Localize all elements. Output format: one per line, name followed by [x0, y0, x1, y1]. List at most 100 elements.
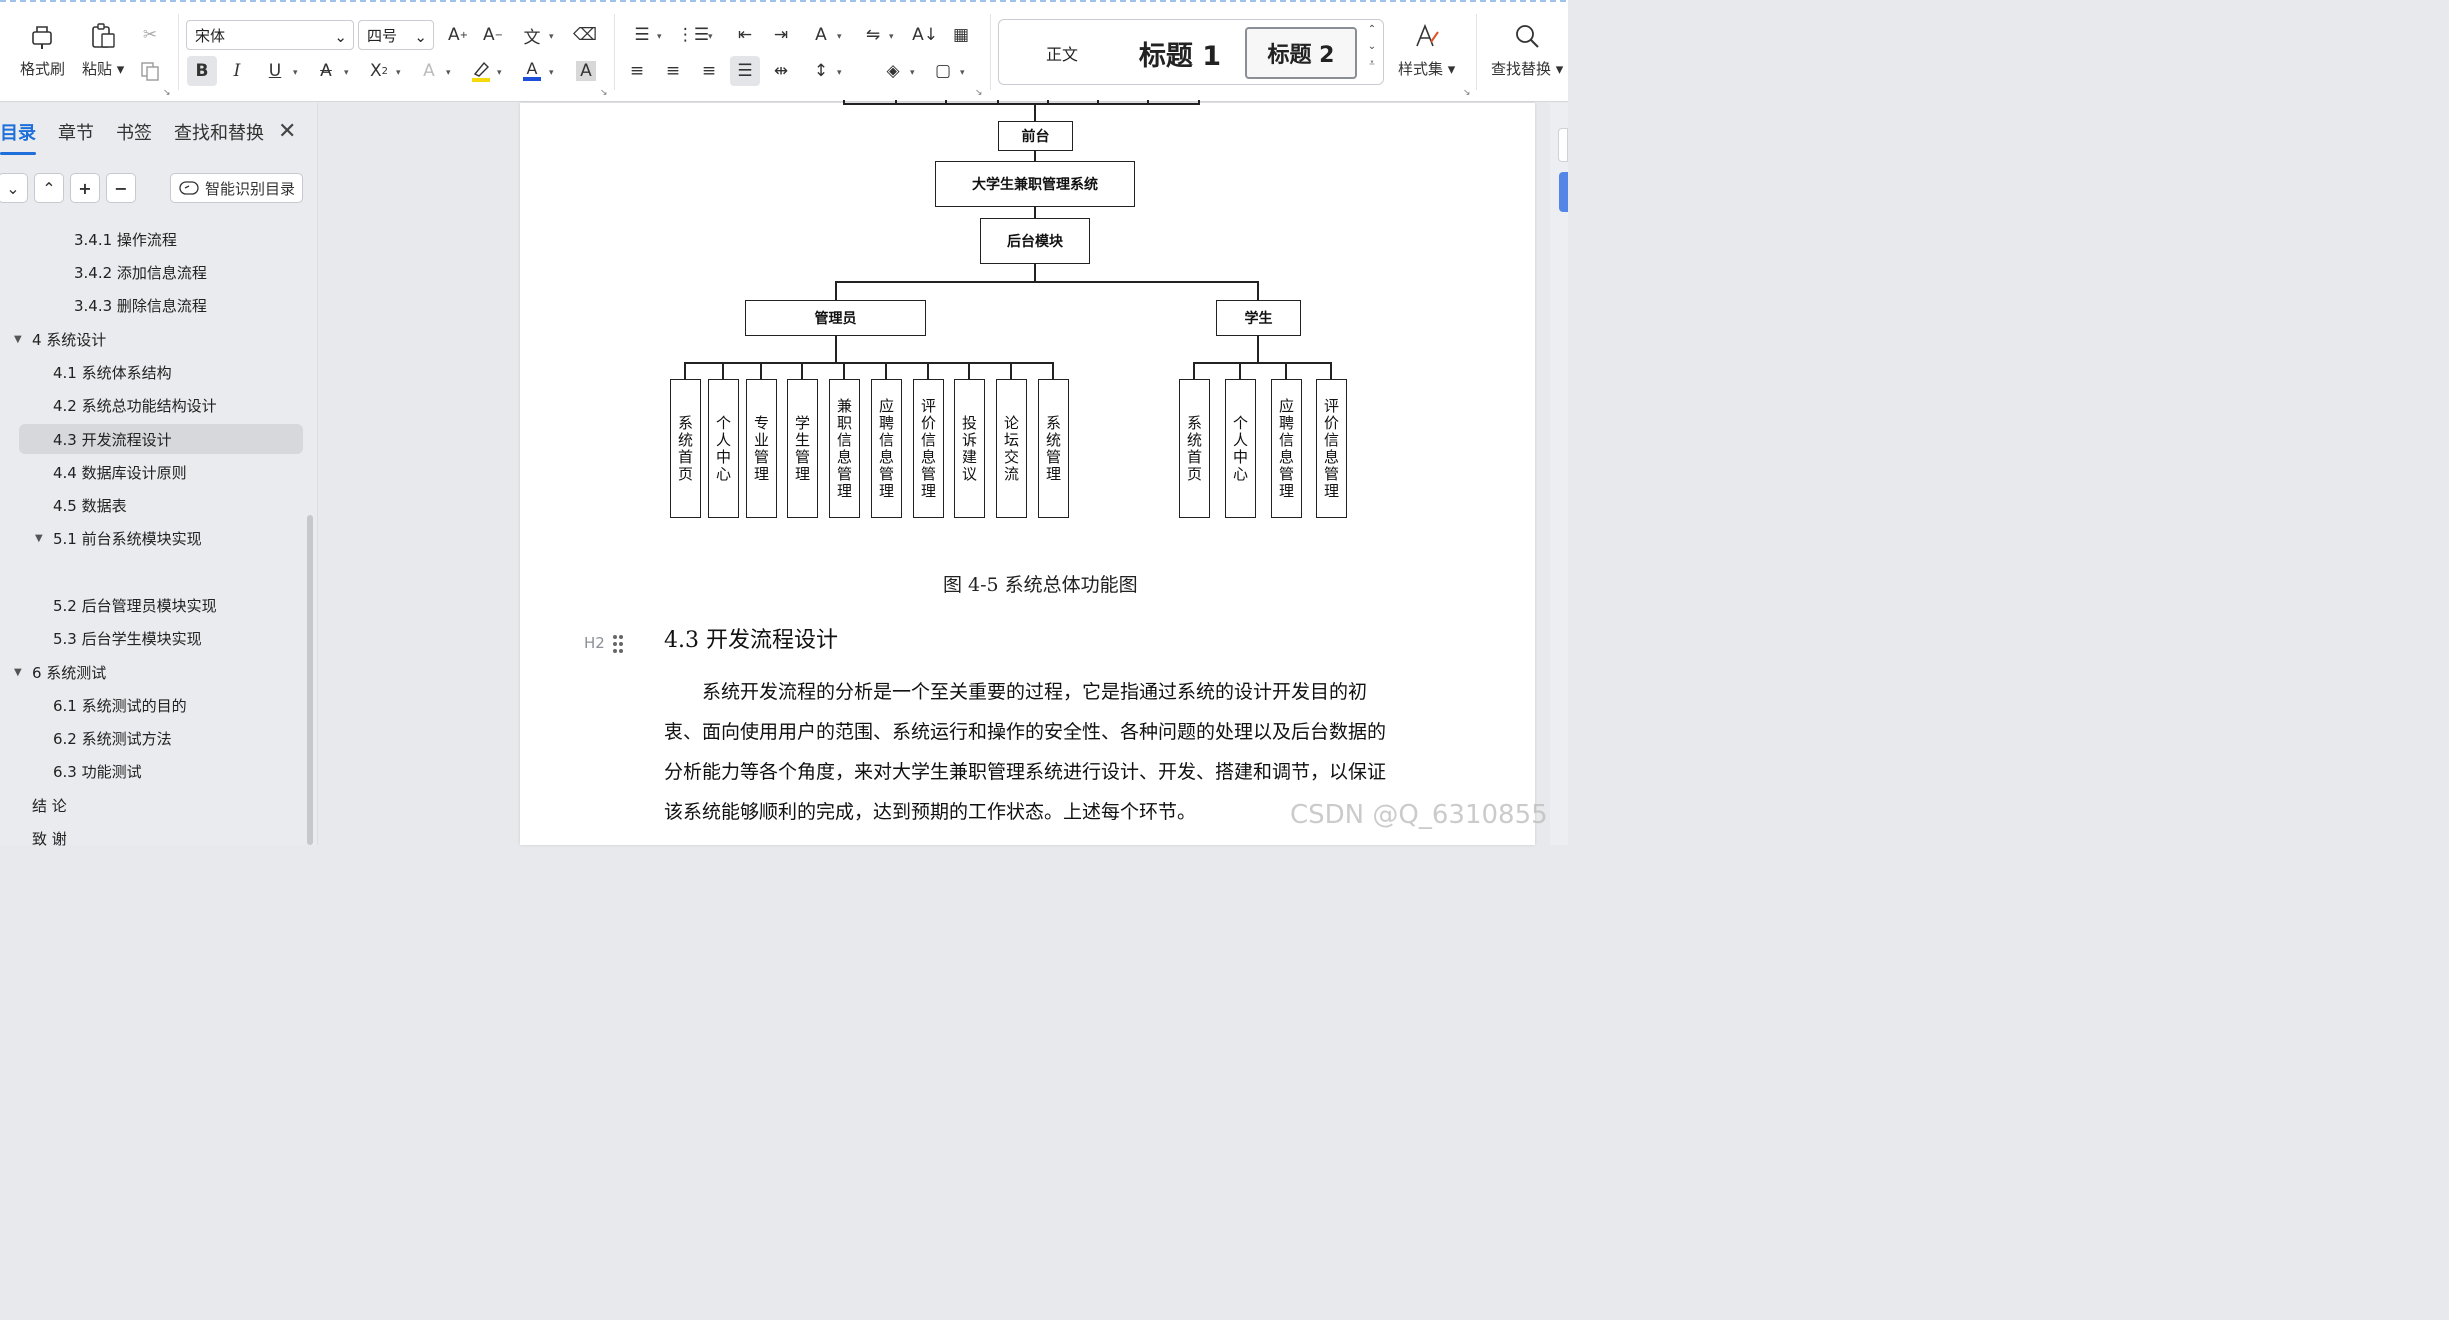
toc-item[interactable]: 4.1 系统体系结构 — [53, 357, 172, 387]
toc-item[interactable]: 4.2 系统总功能结构设计 — [53, 390, 217, 420]
toc-item[interactable]: ▼ 5.1 前台系统模块实现 — [35, 523, 202, 553]
section-heading[interactable]: 4.3 开发流程设计 — [664, 622, 838, 654]
navigation-pane: 目录 章节 书签 查找和替换 ✕ ⌄ ⌃ + − 智能识别目录 3.4.1 操作… — [0, 103, 318, 848]
copy-icon[interactable] — [135, 56, 165, 86]
chevron-up-icon[interactable]: ⌃ — [34, 173, 64, 203]
gallery-more-icon[interactable]: ⩡ — [1369, 58, 1375, 69]
underline-button[interactable]: U — [260, 56, 290, 86]
line-spacing-icon[interactable]: ↕ — [806, 56, 836, 86]
toc-item[interactable]: ▼ 6 系统测试 — [14, 657, 106, 687]
student-module: 系统首页 — [1179, 379, 1210, 518]
styles-gallery: 正文 标题 1 标题 2 ⌃ ⌄ ⩡ — [998, 19, 1384, 85]
align-left-icon[interactable]: ≡ — [622, 56, 652, 86]
bullet-list-icon[interactable]: ☰ — [627, 20, 657, 50]
diagram-line — [1239, 362, 1241, 380]
paste-button[interactable]: 粘贴 ▾ — [82, 20, 124, 79]
text-effect-icon[interactable]: A — [414, 56, 444, 86]
italic-button[interactable]: I — [222, 56, 252, 86]
watermark: CSDN @Q_6310855 — [1290, 800, 1548, 830]
font-size-select[interactable]: 四号 ⌄ — [358, 20, 434, 50]
figure-caption: 图 4-5 系统总体功能图 — [943, 574, 1138, 596]
chevron-down-icon[interactable]: ⌄ — [1368, 41, 1376, 52]
tab-toc[interactable]: 目录 — [0, 119, 36, 155]
heading-level-marker[interactable]: H2 — [584, 634, 605, 652]
style-set-button[interactable]: 样式集 ▾ — [1398, 20, 1455, 79]
toc-item[interactable]: 致 谢 — [32, 823, 67, 853]
shading-fill-icon[interactable]: ◈ — [878, 56, 908, 86]
close-icon[interactable]: ✕ — [278, 121, 296, 143]
expand-triangle-icon[interactable]: ▼ — [14, 667, 22, 678]
toc-item[interactable]: 6.2 系统测试方法 — [53, 723, 172, 753]
superscript-button[interactable]: X2 — [364, 56, 394, 86]
drag-handle-icon[interactable] — [612, 634, 624, 654]
find-replace-button[interactable]: 查找替换 ▾ — [1491, 20, 1563, 79]
style-heading2[interactable]: 标题 2 — [1245, 27, 1357, 79]
vertical-scrollbar-thumb[interactable] — [1559, 172, 1568, 212]
distributed-align-icon[interactable]: ⇹ — [766, 56, 796, 86]
diagram-line — [835, 336, 837, 363]
toc-item[interactable]: 6.1 系统测试的目的 — [53, 690, 187, 720]
phonetic-guide-icon[interactable]: 文 — [517, 20, 547, 50]
font-color-icon[interactable]: A — [517, 56, 547, 86]
text-direction-icon[interactable]: A — [806, 20, 836, 50]
bold-button[interactable]: B — [187, 56, 217, 86]
align-center-icon[interactable]: ≡ — [658, 56, 688, 86]
toc-item[interactable]: 4.5 数据表 — [53, 490, 127, 520]
body-paragraph[interactable]: 系统开发流程的分析是一个至关重要的过程，它是指通过系统的设计开发目的初衷、面向使… — [664, 672, 1396, 832]
right-side-rail — [1550, 103, 1568, 845]
cut-icon[interactable]: ✂ — [135, 20, 165, 50]
add-heading-button[interactable]: + — [70, 173, 100, 203]
style-heading1[interactable]: 标题 1 — [1121, 27, 1239, 79]
style-set-label: 样式集 ▾ — [1398, 60, 1456, 78]
style-normal[interactable]: 正文 — [1007, 27, 1117, 79]
chevron-down-icon[interactable]: ⌄ — [0, 173, 28, 203]
side-panel-tab[interactable] — [1558, 128, 1568, 162]
font-grow-icon[interactable]: A + — [443, 20, 473, 50]
paragraph-group-launcher-icon[interactable]: ↘ — [975, 88, 983, 98]
chevron-up-icon[interactable]: ⌃ — [1368, 24, 1376, 35]
numbered-list-icon[interactable]: ⋮☰ — [677, 20, 709, 50]
font-shrink-icon[interactable]: A − — [478, 20, 508, 50]
char-shading-icon[interactable]: A — [571, 56, 601, 86]
toc-item[interactable]: 4.4 数据库设计原则 — [53, 457, 187, 487]
toc-item[interactable]: 结 论 — [32, 790, 67, 820]
increase-indent-icon[interactable]: ⇥ — [766, 20, 796, 50]
styles-group-launcher-icon[interactable]: ↘ — [1463, 88, 1471, 98]
sort-icon[interactable]: A↓ — [910, 20, 940, 50]
clear-format-icon[interactable]: ⌫ — [570, 20, 600, 50]
align-right-icon[interactable]: ≡ — [694, 56, 724, 86]
clipboard-group-launcher-icon[interactable]: ↘ — [163, 88, 171, 98]
diagram-line — [1285, 362, 1287, 380]
font-group-launcher-icon[interactable]: ↘ — [600, 88, 608, 98]
toc-item[interactable]: 6.3 功能测试 — [53, 756, 142, 786]
borders-icon[interactable]: ▢ — [928, 56, 958, 86]
format-painter-button[interactable]: 格式刷 — [20, 20, 65, 79]
gallery-scroll[interactable]: ⌃ ⌄ ⩡ — [1365, 24, 1379, 69]
tab-chapters[interactable]: 章节 — [58, 119, 94, 149]
toc-item[interactable]: 5.2 后台管理员模块实现 — [53, 590, 217, 620]
toc-item-selected[interactable]: 4.3 开发流程设计 — [19, 424, 303, 454]
toc-item[interactable]: 3.4.3 删除信息流程 — [74, 290, 207, 320]
remove-heading-button[interactable]: − — [106, 173, 136, 203]
justify-icon[interactable]: ☰ — [730, 56, 760, 86]
expand-triangle-icon[interactable]: ▼ — [35, 533, 43, 544]
toc-item[interactable]: 3.4.2 添加信息流程 — [74, 257, 207, 287]
toc-item[interactable]: ▼ 4 系统设计 — [14, 324, 106, 354]
diagram-line — [1034, 207, 1036, 218]
tab-find-replace[interactable]: 查找和替换 — [174, 119, 264, 149]
decrease-indent-icon[interactable]: ⇤ — [730, 20, 760, 50]
format-painter-label: 格式刷 — [20, 60, 66, 78]
toc-item[interactable]: 5.3 后台学生模块实现 — [53, 623, 202, 653]
nav-scrollbar[interactable] — [307, 515, 313, 845]
tab-bookmarks[interactable]: 书签 — [116, 119, 152, 149]
highlight-color-icon[interactable] — [466, 56, 496, 86]
ribbon-separator — [1476, 14, 1477, 90]
show-marks-icon[interactable]: ▦ — [946, 20, 976, 50]
expand-triangle-icon[interactable]: ▼ — [14, 334, 22, 345]
chevron-down-icon: ▾ — [837, 32, 842, 42]
strikethrough-button[interactable]: A — [311, 56, 341, 86]
line-break-icon[interactable]: ⇋ — [858, 20, 888, 50]
smart-toc-button[interactable]: 智能识别目录 — [170, 173, 303, 203]
toc-item[interactable]: 3.4.1 操作流程 — [74, 224, 177, 254]
font-name-select[interactable]: 宋体 ⌄ — [186, 20, 354, 50]
